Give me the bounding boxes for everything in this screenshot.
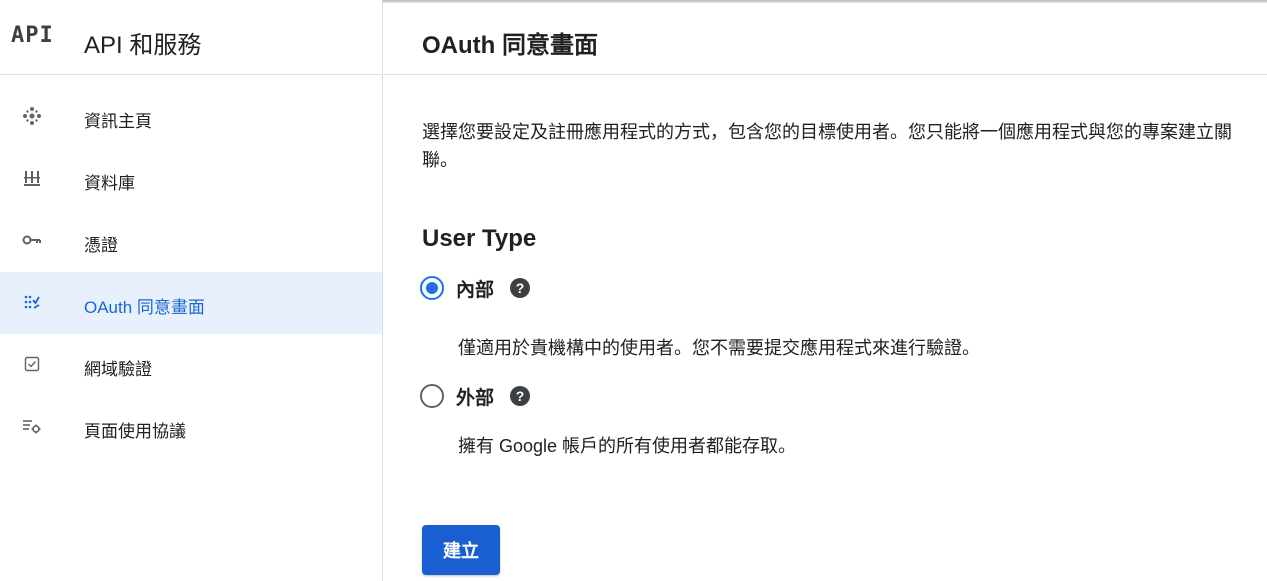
sidebar-item-label: 資料庫 xyxy=(84,174,135,193)
sidebar-item-label: 頁面使用協議 xyxy=(84,422,186,441)
sidebar-item-label: OAuth 同意畫面 xyxy=(84,298,205,317)
sidebar-header: API API 和服務 xyxy=(0,3,383,75)
radio-internal-label[interactable]: 內部 xyxy=(456,275,494,302)
sidebar-item-oauth-consent[interactable]: OAuth 同意畫面 xyxy=(0,272,382,334)
help-icon[interactable]: ? xyxy=(510,386,531,406)
radio-option-external[interactable]: 外部 ? xyxy=(420,382,531,410)
user-type-title: User Type xyxy=(422,225,537,252)
sidebar-item-dashboard[interactable]: 資訊主頁 xyxy=(0,86,382,148)
checkbox-icon xyxy=(21,353,43,375)
oauth-consent-icon xyxy=(21,291,43,313)
product-title[interactable]: API 和服務 xyxy=(84,25,201,60)
help-icon[interactable]: ? xyxy=(510,278,531,298)
library-icon xyxy=(21,167,43,189)
radio-external-description: 擁有 Google 帳戶的所有使用者都能存取。 xyxy=(458,436,797,456)
radio-option-internal[interactable]: 內部 ? xyxy=(420,274,531,302)
main-header: OAuth 同意畫面 xyxy=(384,3,1267,75)
settings-list-icon xyxy=(21,415,43,437)
key-icon xyxy=(21,229,43,251)
sidebar-item-label: 憑證 xyxy=(84,236,118,255)
radio-internal[interactable] xyxy=(420,276,444,300)
radio-internal-description: 僅適用於貴機構中的使用者。您不需要提交應用程式來進行驗證。 xyxy=(458,338,980,358)
create-button[interactable]: 建立 xyxy=(422,525,500,575)
sidebar-item-domain-verification[interactable]: 網域驗證 xyxy=(0,334,382,396)
sidebar-nav: 資訊主頁 資料庫 憑證 OAuth 同意畫面 網域驗證 頁面使用協議 xyxy=(0,86,382,458)
dashboard-icon xyxy=(21,105,43,127)
sidebar: API API 和服務 資訊主頁 資料庫 憑證 OAuth 同意畫面 網域驗證 … xyxy=(0,0,383,581)
sidebar-item-page-usage-agreement[interactable]: 頁面使用協議 xyxy=(0,396,382,458)
sidebar-item-label: 網域驗證 xyxy=(84,360,152,379)
radio-external-label[interactable]: 外部 xyxy=(456,383,494,410)
sidebar-item-library[interactable]: 資料庫 xyxy=(0,148,382,210)
sidebar-item-label: 資訊主頁 xyxy=(84,112,152,131)
sidebar-item-credentials[interactable]: 憑證 xyxy=(0,210,382,272)
page-description: 選擇您要設定及註冊應用程式的方式，包含您的目標使用者。您只能將一個應用程式與您的… xyxy=(422,122,1232,170)
api-logo: API xyxy=(11,23,54,48)
radio-external[interactable] xyxy=(420,384,444,408)
page-title: OAuth 同意畫面 xyxy=(422,32,598,59)
